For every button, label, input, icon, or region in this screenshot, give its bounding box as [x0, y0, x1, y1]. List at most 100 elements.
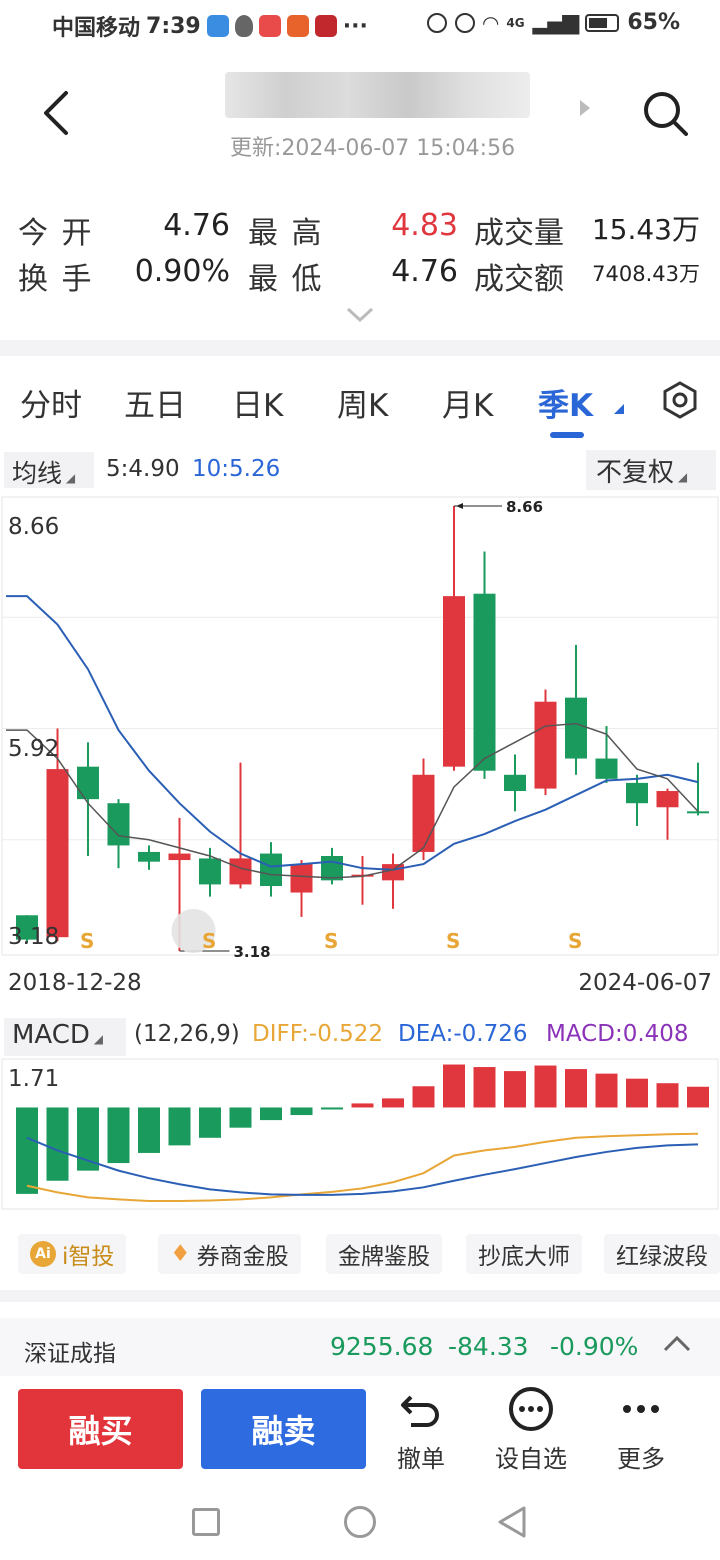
margin-sell-button[interactable]: 融卖: [201, 1389, 366, 1469]
update-time: 更新:2024-06-07 15:04:56: [230, 136, 516, 161]
chevron-down-icon[interactable]: [345, 305, 375, 325]
macd-bar: [595, 1073, 618, 1108]
macd-bar: [534, 1065, 557, 1108]
macd-dea-value: DEA:-0.726: [398, 1021, 528, 1047]
macd-chart[interactable]: 1.71: [0, 1058, 720, 1210]
macd-bar: [382, 1098, 404, 1108]
chevron-up-icon[interactable]: [662, 1334, 692, 1354]
macd-bar: [46, 1107, 69, 1181]
tag-broker-gold[interactable]: ♦ 券商金股: [158, 1234, 301, 1274]
cancel-order-button[interactable]: 撤单: [371, 1385, 471, 1475]
tab-quarterly-k[interactable]: 季K: [538, 380, 593, 425]
high-label: 最 高: [248, 216, 324, 251]
y-axis-label: 8.66: [8, 514, 59, 540]
ma10-value: 10:5.26: [192, 456, 281, 482]
recent-apps-icon[interactable]: [192, 1508, 220, 1536]
indicator-selector-button[interactable]: MACD ◢: [4, 1018, 126, 1056]
candle-body: [321, 855, 343, 881]
low-value: 4.76: [391, 254, 458, 289]
tab-daily-k[interactable]: 日K: [232, 380, 283, 425]
ai-badge-icon: Ai: [30, 1241, 56, 1267]
tag-red-green-band[interactable]: 红绿波段: [604, 1234, 720, 1274]
x-axis-end-date: 2024-06-07: [578, 970, 712, 996]
macd-bar: [504, 1071, 526, 1108]
home-icon[interactable]: [344, 1506, 376, 1538]
tab-five-day[interactable]: 五日: [124, 380, 186, 425]
volume-label: 成交量: [474, 216, 564, 251]
ma-selector-button[interactable]: 均线 ◢: [4, 452, 94, 488]
y-axis-label: 3.18: [8, 924, 59, 950]
section-divider: [0, 1290, 720, 1302]
shield-icon: [234, 15, 253, 37]
candle-body: [77, 766, 99, 800]
macd-bar: [107, 1107, 130, 1164]
back-arrow-icon[interactable]: [38, 88, 78, 138]
macd-bar: [260, 1107, 282, 1121]
signal-marker: S: [568, 929, 582, 953]
candle-body: [473, 593, 496, 771]
macd-value: MACD:0.408: [546, 1021, 689, 1047]
candle-body: [168, 853, 191, 861]
signal-marker: S: [446, 929, 460, 953]
active-tab-indicator: [550, 432, 584, 438]
search-icon[interactable]: [640, 88, 692, 140]
candlestick-chart[interactable]: 8.66 5.92 3.18 8.66 3.18 S S S S S: [0, 496, 720, 958]
macd-bar: [412, 1086, 435, 1108]
candle-body: [595, 758, 618, 779]
tab-dropdown-icon[interactable]: [614, 404, 624, 414]
max-price-arrow: [456, 503, 463, 509]
undo-icon: [401, 1395, 439, 1427]
more-notifications-icon: ···: [342, 13, 368, 39]
macd-bar: [687, 1086, 709, 1108]
tag-ai-invest[interactable]: Ai i智投: [18, 1234, 127, 1274]
macd-bar: [351, 1103, 374, 1108]
macd-bar: [565, 1069, 587, 1108]
index-name: 深证成指: [24, 1341, 116, 1367]
macd-bar: [443, 1064, 465, 1108]
volume-value: 15.43万: [591, 213, 700, 246]
index-percent: -0.90%: [550, 1332, 639, 1361]
add-watchlist-button[interactable]: 设自选: [481, 1385, 581, 1475]
title-switch-arrow-icon[interactable]: [580, 100, 590, 116]
index-value: 9255.68: [330, 1332, 434, 1361]
news-app-icon: [314, 15, 337, 37]
index-change: -84.33: [448, 1332, 529, 1361]
tag-bottom-master[interactable]: 抄底大师: [466, 1234, 582, 1274]
min-price-label: 3.18: [234, 943, 271, 958]
candle-body: [687, 811, 709, 814]
stock-title-redacted: [225, 72, 530, 118]
candle-body: [260, 853, 282, 887]
macd-diff-value: DIFF:-0.522: [252, 1021, 384, 1047]
clock: 7:39: [146, 13, 201, 39]
candle-body: [565, 697, 587, 759]
hd-icon: [426, 12, 447, 33]
max-price-label: 8.66: [506, 498, 543, 516]
macd-bar: [656, 1083, 679, 1108]
tab-weekly-k[interactable]: 周K: [337, 380, 388, 425]
signal-icon: ▂▄▆: [532, 10, 580, 35]
low-label: 最 低: [248, 262, 324, 297]
macd-bar: [199, 1107, 221, 1138]
candle-body: [412, 774, 435, 852]
amount-value: 7408.43万: [592, 262, 700, 286]
back-triangle-icon[interactable]: [496, 1505, 528, 1539]
tab-monthly-k[interactable]: 月K: [442, 380, 493, 425]
carrier-name: 中国移动: [52, 16, 141, 41]
macd-y-label: 1.71: [8, 1066, 59, 1092]
ellipsis-circle-icon: [509, 1387, 553, 1431]
signal-marker: S: [202, 929, 216, 953]
settings-hexagon-icon[interactable]: [660, 380, 700, 420]
candle-body: [504, 774, 526, 792]
macd-bar: [290, 1107, 313, 1116]
turnover-value: 0.90%: [134, 254, 230, 289]
macd-bar: [473, 1067, 496, 1108]
tab-intraday[interactable]: 分时: [20, 380, 82, 425]
status-bar: 中国移动 7:39 ··· ◠ 4G ▂▄▆ 65%: [0, 0, 720, 52]
tag-gold-review[interactable]: 金牌鉴股: [326, 1234, 442, 1274]
margin-buy-button[interactable]: 融买: [18, 1389, 183, 1469]
network-type: 4G: [506, 15, 525, 30]
high-value: 4.83: [391, 208, 458, 243]
macd-bar: [626, 1078, 648, 1108]
more-button[interactable]: 更多: [591, 1385, 691, 1475]
price-adjust-button[interactable]: 不复权 ◢: [586, 450, 716, 490]
